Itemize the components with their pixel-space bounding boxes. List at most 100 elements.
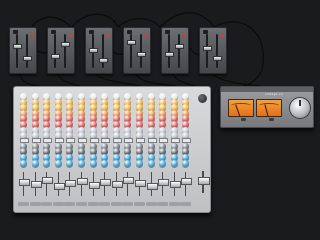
channel-knob[interactable] <box>159 159 167 167</box>
channel-fader[interactable] <box>181 178 193 185</box>
channel-button[interactable] <box>112 137 122 143</box>
channel-strip <box>18 91 30 207</box>
channel-button[interactable] <box>54 137 64 143</box>
channel-label-strip <box>122 202 134 206</box>
channel-fader[interactable] <box>65 180 77 187</box>
channel-fader[interactable] <box>88 182 100 189</box>
module-led <box>107 34 110 37</box>
channel-button[interactable] <box>136 137 145 143</box>
module-fader-knob[interactable] <box>137 52 146 57</box>
channel-knob[interactable] <box>136 159 143 167</box>
channel-label-strip <box>64 202 76 206</box>
channel-knob[interactable] <box>31 159 39 167</box>
module-fader-knob[interactable] <box>99 58 108 63</box>
channel-button[interactable] <box>170 137 180 143</box>
channel-strip <box>145 91 158 207</box>
module-fader-knob[interactable] <box>213 56 222 61</box>
channel-label-strip <box>18 202 29 206</box>
channel-strip <box>180 91 193 207</box>
module-fader-knob[interactable] <box>203 46 212 51</box>
channel-label-strip <box>29 202 41 206</box>
channel-knob[interactable] <box>182 159 190 167</box>
channel-label-strip <box>76 202 87 206</box>
channel-knob[interactable] <box>124 159 132 167</box>
channel-knob[interactable] <box>66 159 74 167</box>
master-fader[interactable] <box>198 177 210 185</box>
channel-fader[interactable] <box>111 181 123 188</box>
channel-strip <box>41 91 54 207</box>
module-fader-knob[interactable] <box>175 44 184 49</box>
channel-strip <box>122 91 135 207</box>
module-fader-knob[interactable] <box>165 52 174 57</box>
channel-button[interactable] <box>66 137 76 143</box>
channel-fader[interactable] <box>53 183 65 190</box>
channel-label-strip <box>110 202 122 206</box>
module-groove <box>64 34 66 68</box>
rack-module-3 <box>85 27 113 74</box>
channel-button[interactable] <box>89 137 99 143</box>
module-led <box>69 34 72 37</box>
vu-meter-right <box>256 99 282 117</box>
channel-button[interactable] <box>31 137 41 143</box>
channel-fader[interactable] <box>100 179 112 186</box>
module-fader-knob[interactable] <box>61 42 70 47</box>
channel-knob[interactable] <box>43 159 51 167</box>
channel-fader[interactable] <box>158 179 170 186</box>
channel-knob[interactable] <box>20 159 27 167</box>
module-fader-knob[interactable] <box>89 48 98 53</box>
module-groove <box>16 34 18 68</box>
channel-label-strip <box>99 202 111 206</box>
module-fader-knob[interactable] <box>51 54 60 59</box>
channel-knob[interactable] <box>89 159 97 167</box>
channel-button[interactable] <box>182 137 192 143</box>
rack-module-4 <box>123 27 151 74</box>
channel-label-strip <box>180 202 192 206</box>
channel-strip <box>87 91 100 207</box>
channel-fader[interactable] <box>146 183 158 190</box>
master-knob[interactable] <box>198 94 207 103</box>
mixing-console <box>13 86 211 213</box>
channel-fader[interactable] <box>135 180 146 187</box>
module-groove <box>206 34 208 68</box>
channel-fader[interactable] <box>19 179 30 186</box>
channel-fader[interactable] <box>42 177 54 184</box>
channel-label-strip <box>41 202 53 206</box>
channel-strip <box>99 91 112 207</box>
module-fader-knob[interactable] <box>13 44 22 49</box>
channel-strip <box>52 91 65 207</box>
channel-knob[interactable] <box>54 159 62 167</box>
channel-button[interactable] <box>78 137 87 143</box>
rack-module-6 <box>199 27 227 74</box>
channel-knob[interactable] <box>101 159 109 167</box>
channel-strip <box>168 91 181 207</box>
channel-strip <box>157 91 170 207</box>
channel-fader[interactable] <box>30 181 42 188</box>
meter-title: vintage vu <box>265 92 283 96</box>
channel-strip <box>64 91 77 207</box>
channel-button[interactable] <box>147 137 157 143</box>
channel-label-strip <box>168 202 180 206</box>
channel-label-strip <box>87 202 99 206</box>
channel-button[interactable] <box>20 137 29 143</box>
fader-track <box>46 172 48 196</box>
channel-knob[interactable] <box>170 159 178 167</box>
channel-button[interactable] <box>124 137 134 143</box>
channel-strip <box>134 91 146 207</box>
module-fader-knob[interactable] <box>23 56 32 61</box>
channel-button[interactable] <box>43 137 53 143</box>
meter-switch[interactable] <box>241 118 246 121</box>
module-led <box>31 34 34 37</box>
rack-module-2 <box>47 27 75 74</box>
channel-fader[interactable] <box>169 181 181 188</box>
channel-fader[interactable] <box>77 178 88 185</box>
channel-button[interactable] <box>159 137 169 143</box>
channel-label-strip <box>157 202 169 206</box>
channel-button[interactable] <box>101 137 111 143</box>
channel-knob[interactable] <box>112 159 120 167</box>
channel-knob[interactable] <box>78 159 85 167</box>
meter-switch[interactable] <box>269 118 274 121</box>
channel-knob[interactable] <box>147 159 155 167</box>
module-fader-knob[interactable] <box>127 40 136 45</box>
output-knob[interactable] <box>289 97 311 119</box>
channel-fader[interactable] <box>123 177 135 184</box>
